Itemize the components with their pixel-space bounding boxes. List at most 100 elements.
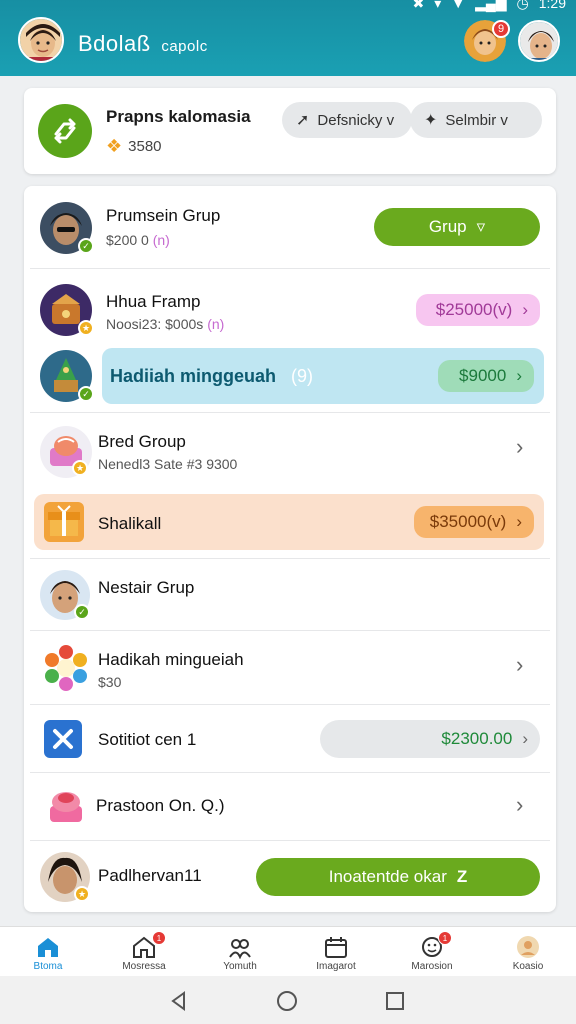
chevron-right-icon: › <box>516 366 522 385</box>
cake-avatar <box>40 782 92 834</box>
nav-label: Marosion <box>411 961 453 972</box>
action-button-label: Inoatentde okar <box>328 867 447 886</box>
friend-avatar[interactable] <box>518 20 560 62</box>
user-avatar[interactable] <box>18 17 64 63</box>
nav-label: Yomuth <box>223 961 257 972</box>
chevron-right-icon: › <box>522 729 528 748</box>
list-item[interactable]: Shalikall $35000(v) › <box>24 492 556 556</box>
row-title: Prastoon On. Q.) <box>96 796 225 815</box>
list-item[interactable]: ★ Bred Group Nenedl3 Sate #3 9300 › <box>24 414 556 490</box>
row-subtitle: Noosi23: $000s (n) <box>106 316 224 332</box>
status-time: 1:29 <box>538 0 566 11</box>
star-badge: ★ <box>78 320 94 336</box>
row-title-tag: (9) <box>291 366 314 386</box>
nav-item-events[interactable]: Imagarot <box>288 927 384 976</box>
row-subtitle: Nenedl3 Sate #3 9300 <box>98 456 238 472</box>
flower-avatar <box>40 642 92 694</box>
coins-value: 3580 <box>128 138 162 155</box>
nav-item-groups[interactable]: Yomuth <box>192 927 288 976</box>
notification-badge: 9 <box>492 20 510 38</box>
row-subtitle-tag: (n) <box>152 232 170 248</box>
price-value: $2300.00 <box>441 729 513 748</box>
nav-label: Koasio <box>512 961 544 972</box>
gift-avatar <box>44 502 84 542</box>
app-title-main: Bdolaß <box>78 31 151 56</box>
home-icon <box>38 938 58 957</box>
row-divider <box>30 558 550 559</box>
row-divider <box>30 840 550 841</box>
row-title: Bred Group <box>98 432 186 451</box>
list-item[interactable]: ✓ Nestair Grup <box>24 560 556 630</box>
close-icon <box>44 720 82 758</box>
row-subtitle-tag: (n) <box>207 316 225 332</box>
row-title: Hadiiah minggeuah (9) <box>110 366 313 387</box>
nav-item-profile[interactable]: Koasio <box>480 927 576 976</box>
star-badge: ★ <box>72 460 88 476</box>
group-list: ✓ Prumsein Grup $200 0 (n) Grup ▿ ★ Hhua… <box>24 186 556 912</box>
row-title: Nestair Grup <box>98 578 195 597</box>
app-header: ✖ ▾ ▼ ▂▄▆ ◷ 1:29 Bdolaß capolc 9 <box>0 0 576 76</box>
price-tag[interactable]: $35000(v) › <box>414 506 534 538</box>
z-icon: Z <box>456 867 468 886</box>
filter-pill-1-label: Defsnicky v <box>317 111 395 129</box>
refresh-icon[interactable] <box>38 104 92 158</box>
coins-icon: ❖ <box>106 136 123 156</box>
recents-icon[interactable] <box>384 990 406 1012</box>
price-value: $35000(v) <box>429 512 507 531</box>
nav-item-messages[interactable]: 1 Mosressa <box>96 927 192 976</box>
puzzle-icon: ✦ <box>424 112 438 129</box>
row-divider <box>30 268 550 269</box>
list-item[interactable]: ★ Padlhervan11 Inoatentde okar Z <box>24 842 556 912</box>
filter-pill-1[interactable]: ➚ Defsnicky v <box>282 102 412 138</box>
chevron-right-icon[interactable]: › <box>516 434 523 460</box>
star-badge: ★ <box>74 886 90 902</box>
nav-item-settings[interactable]: 1 Marosion <box>384 927 480 976</box>
action-button[interactable]: Inoatentde okar Z <box>256 858 540 896</box>
row-divider <box>30 630 550 631</box>
price-tag[interactable]: $2300.00 › <box>320 720 540 758</box>
status-badge: ✓ <box>78 238 94 254</box>
list-item[interactable]: Prastoon On. Q.) › <box>24 774 556 840</box>
back-icon[interactable] <box>168 990 190 1012</box>
row-subtitle-text: Noosi23: $000s <box>106 316 204 332</box>
chevron-right-icon: › <box>522 300 528 319</box>
group-icon <box>229 939 251 959</box>
list-item[interactable]: ✓ Hadiiah minggeuah (9) $9000 › <box>24 346 556 410</box>
nav-label: Mosressa <box>122 961 166 972</box>
price-tag[interactable]: $9000 › <box>438 360 534 392</box>
list-item[interactable]: Sotitiot cen 1 $2300.00 › <box>24 706 556 772</box>
filter-icon: ▿ <box>476 217 486 236</box>
row-divider <box>30 412 550 413</box>
nav-label: Imagarot <box>316 961 356 972</box>
status-badge: ✓ <box>74 604 90 620</box>
list-item[interactable]: Hadikah mingueiah $30 › <box>24 632 556 704</box>
row-title: Shalikall <box>98 514 162 533</box>
chevron-right-icon[interactable]: › <box>516 652 523 678</box>
nav-item-home[interactable]: Btoma <box>0 927 96 976</box>
nav-badge: 1 <box>152 931 166 945</box>
status-badge: ✓ <box>78 386 94 402</box>
list-item[interactable]: ★ Hhua Framp Noosi23: $000s (n) $25000(v… <box>24 270 556 348</box>
mute-icon: ✖ <box>412 0 425 11</box>
signal-icon: ▂▄▆ <box>475 0 507 11</box>
chevron-right-icon[interactable]: › <box>516 792 523 818</box>
status-bar: ✖ ▾ ▼ ▂▄▆ ◷ 1:29 <box>412 0 566 11</box>
wifi-icon: ▾ <box>434 0 442 11</box>
row-title: Hadikah mingueiah <box>98 650 244 669</box>
price-value: $25000(v) <box>435 300 513 319</box>
price-tag[interactable]: $25000(v) › <box>416 294 540 326</box>
list-item[interactable]: ✓ Prumsein Grup $200 0 (n) Grup ▿ <box>24 186 556 268</box>
row-title-text: Hadiiah minggeuah <box>110 366 277 386</box>
price-value: $9000 <box>459 366 507 385</box>
system-nav-bar <box>0 976 576 1024</box>
pin-icon: ➚ <box>296 112 310 129</box>
calendar-icon <box>325 937 347 958</box>
profile-icon <box>517 936 539 958</box>
bottom-nav: Btoma 1 Mosressa Yomuth Imagarot 1 Maros… <box>0 926 576 976</box>
group-button[interactable]: Grup ▿ <box>374 208 540 246</box>
filter-pill-2[interactable]: ✦ Selmbir v <box>410 102 542 138</box>
row-divider <box>30 772 550 773</box>
filter-pill-2-label: Selmbir v <box>445 111 508 129</box>
row-subtitle: $30 <box>98 674 122 690</box>
home-button-icon[interactable] <box>276 990 298 1012</box>
